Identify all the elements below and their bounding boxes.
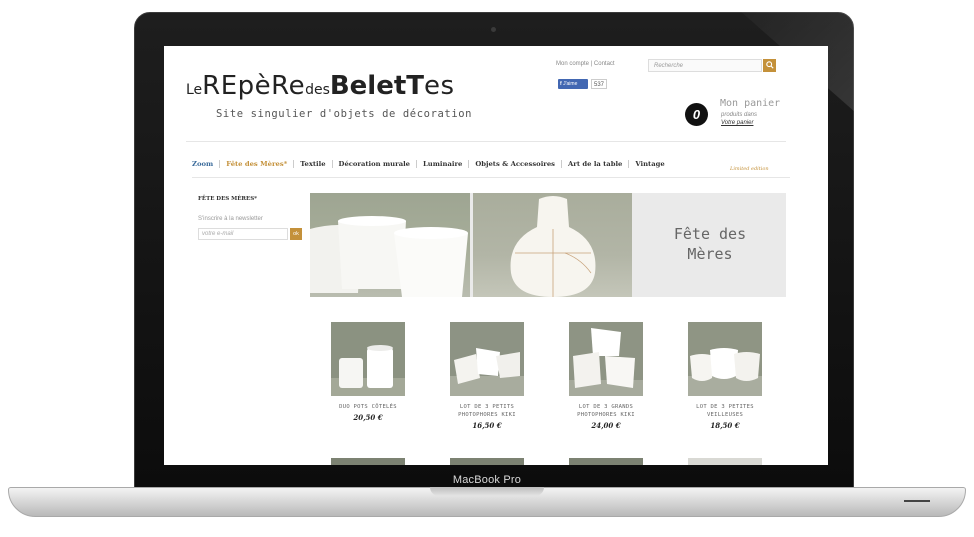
nav-item-fete-des-meres[interactable]: Fête des Mères*	[220, 160, 295, 168]
product-name-line: PHOTOPHORES KIKI	[458, 412, 516, 418]
account-link[interactable]: Mon compte	[556, 61, 589, 67]
nav-item-objets-accessoires[interactable]: Objets & Accessoires	[469, 160, 563, 168]
search-icon	[765, 61, 774, 69]
cart-subtitle: produits dans	[721, 112, 758, 118]
product-price: 24,00 €	[591, 421, 621, 430]
product-image-petites-veilleuses	[688, 322, 762, 396]
product-name-line: LOT DE 3 GRANDS	[578, 404, 634, 410]
main-nav: Zoom Fête des Mères* Textile Décoration …	[192, 158, 671, 170]
product-image-duo-pots	[331, 322, 405, 396]
vintage-subtitle: Limited edition	[730, 166, 769, 172]
white-vase-image	[510, 196, 596, 297]
cart-link[interactable]: Votre panier	[721, 120, 753, 126]
white-cups-image	[310, 216, 468, 297]
contact-link[interactable]: Contact	[594, 61, 615, 67]
product-card[interactable]: LOT DE 3 PETITS PHOTOPHORES KIKI 16,50 €	[444, 322, 530, 430]
top-links: Mon compte | Contact	[556, 61, 615, 67]
product-name: LOT DE 3 PETITES VEILLEUSES	[682, 403, 768, 419]
banner-title-line: Fête des	[673, 225, 747, 243]
product-name: LOT DE 3 PETITS PHOTOPHORES KIKI	[444, 403, 530, 419]
logo-part: Bele	[329, 71, 394, 101]
banner-title-line: Mères	[687, 245, 733, 263]
facebook-like-count: 537	[591, 79, 608, 89]
product-card[interactable]: LOT DE 3 GRANDS PHOTOPHORES KIKI 24,00 €	[563, 322, 649, 430]
newsletter-ok-button[interactable]: ok	[290, 228, 302, 240]
banner-photo-cups	[310, 193, 470, 297]
product-image-peek	[688, 458, 762, 465]
cart-count-badge[interactable]: 0	[685, 103, 708, 126]
logo-part: Le	[186, 82, 203, 98]
webcam-icon	[491, 27, 496, 32]
logo-part: des	[305, 82, 330, 98]
device-label: MacBook Pro	[452, 474, 522, 486]
banner-title: Fête des Mères	[650, 224, 770, 264]
search-input[interactable]: Recherche	[648, 59, 762, 72]
newsletter-label: S'inscrire à la newsletter	[198, 216, 263, 222]
product-card[interactable]: DUO POTS CÔTELÉS 20,50 €	[325, 322, 411, 422]
facebook-icon: f	[560, 81, 562, 87]
laptop-screen: Mon compte | Contact Recherche f J'aime …	[164, 46, 828, 465]
logo-part: REpèRe	[202, 71, 306, 101]
logo-part: tT	[393, 71, 425, 101]
search-button[interactable]	[763, 59, 776, 72]
product-name-line: LOT DE 3 PETITES	[696, 404, 754, 410]
product-image-peek	[450, 458, 524, 465]
nav-item-art-de-la-table[interactable]: Art de la table	[562, 160, 630, 168]
cart-title[interactable]: Mon panier	[720, 98, 780, 109]
header-divider	[186, 141, 786, 142]
logo-part: es	[424, 71, 455, 101]
nav-item-decoration-murale[interactable]: Décoration murale	[333, 160, 418, 168]
product-name-line: PHOTOPHORES KIKI	[577, 412, 635, 418]
product-image-grands-photophores	[569, 322, 643, 396]
site-tagline: Site singulier d'objets de décoration	[216, 108, 473, 120]
product-name-line: LOT DE 3 PETITS	[459, 404, 515, 410]
nav-item-luminaire[interactable]: Luminaire	[417, 160, 470, 168]
product-image-peek	[331, 458, 405, 465]
product-image-peek	[569, 458, 643, 465]
product-price: 18,50 €	[710, 421, 740, 430]
product-price: 16,50 €	[472, 421, 502, 430]
laptop-slot	[904, 500, 930, 502]
laptop-opening-notch	[430, 487, 544, 496]
product-price: 20,50 €	[353, 413, 383, 422]
facebook-like-label: J'aime	[563, 81, 578, 87]
nav-item-zoom[interactable]: Zoom	[192, 160, 221, 168]
product-image-petits-photophores	[450, 322, 524, 396]
newsletter-email-input[interactable]: votre e-mail	[198, 228, 288, 240]
product-name: DUO POTS CÔTELÉS	[325, 403, 411, 411]
link-separator: |	[590, 61, 593, 67]
sidebar-title: FÊTE DES MÈRES*	[198, 196, 258, 202]
product-name-line: VEILLEUSES	[706, 412, 744, 418]
product-name: LOT DE 3 GRANDS PHOTOPHORES KIKI	[563, 403, 649, 419]
website: Mon compte | Contact Recherche f J'aime …	[164, 46, 828, 465]
facebook-like-button[interactable]: f J'aime	[558, 79, 588, 89]
site-logo[interactable]: LeREpèRedesBeletTes	[186, 71, 455, 111]
nav-divider	[192, 177, 790, 178]
banner-photo-vase	[473, 193, 632, 297]
nav-item-vintage[interactable]: Vintage	[629, 160, 670, 168]
nav-item-textile[interactable]: Textile	[294, 160, 333, 168]
product-name-line: DUO POTS CÔTELÉS	[339, 404, 397, 410]
product-card[interactable]: LOT DE 3 PETITES VEILLEUSES 18,50 €	[682, 322, 768, 430]
